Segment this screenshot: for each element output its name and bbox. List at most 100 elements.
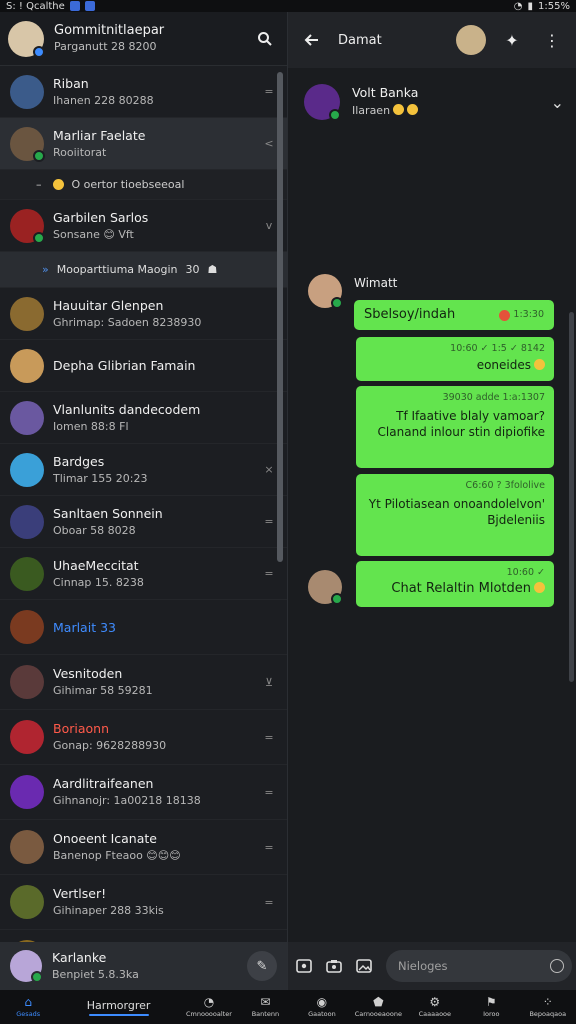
chat-list-item[interactable]: UhaeMeccitat Cinnap 15. 8238 =	[0, 548, 287, 600]
minus-icon: –	[36, 178, 42, 191]
avatar[interactable]	[8, 20, 45, 58]
bell-icon: ✉	[260, 995, 271, 1009]
chat-name: Aardlitraifeanen	[53, 776, 154, 791]
chat-list-item[interactable]: Garbilen Sarlos Sonsane 😊 Vft v	[0, 200, 287, 252]
scrollbar[interactable]	[277, 72, 283, 562]
pin-icon[interactable]: ×	[261, 463, 277, 476]
chat-name: Marlait 33	[53, 619, 116, 635]
chat-list-item[interactable]: EadenbleelioefIling=	[0, 930, 287, 942]
status-left-text: S: ! Qcalthe	[6, 0, 65, 12]
gallery-icon[interactable]	[356, 956, 372, 976]
message-bubble[interactable]: C6:60 ? 3fololive Yt Pilotiasean onoando…	[356, 474, 554, 556]
chat-list: Riban Ihanen 228 80288 = Marliar Faelate Roo…	[0, 66, 287, 942]
chat-list-item[interactable]: Aardlitraifeanen Gihnanojr: 1a00218 18138…	[0, 765, 287, 820]
grid-icon: ⁘	[542, 995, 553, 1009]
nav-item[interactable]: ⌂ Gesads	[0, 990, 56, 1024]
chat-preview: Ghrimap: Sadoen 8238930	[53, 315, 202, 329]
avatar[interactable]	[308, 570, 343, 605]
nav-item[interactable]: ⬟ Carnooeaoone	[350, 990, 406, 1024]
avatar	[10, 720, 44, 754]
chat-list-item[interactable]: Vlanlunits dandecodem Iomen 88:8 Fl	[0, 392, 287, 444]
message-bubble[interactable]: 39030 adde 1:a:1307 Tf Ifaative blaly va…	[356, 386, 554, 468]
chat-name: Riban	[53, 75, 89, 91]
pin-icon[interactable]: =	[261, 567, 277, 580]
nav-item[interactable]: ⚑ Ioroo	[463, 990, 519, 1024]
settings-icon[interactable]: ✦	[498, 26, 526, 54]
wifi-icon: ◔	[513, 0, 523, 12]
flag-icon: ⚑	[485, 995, 497, 1009]
avatar[interactable]	[456, 25, 486, 55]
pin-icon[interactable]: ⊻	[261, 676, 277, 689]
chat-list-item[interactable]: Marliar Faelate Rooiitorat <	[0, 118, 287, 170]
chat-name: Sanltaen Sonnein	[53, 505, 163, 521]
chat-list-item[interactable]: Vesnitoden Gihimar 58 59281 ⊻	[0, 655, 287, 710]
pinned-contact[interactable]: Volt Banka Ilaraen ⌄	[304, 80, 564, 124]
more-options-icon[interactable]: ⋮	[538, 26, 566, 54]
pin-icon[interactable]: =	[261, 85, 277, 98]
nav-label: Harmorgrer	[86, 998, 151, 1012]
current-user-bar[interactable]: Karlanke Benpiet 5.8.3ka ✎	[0, 942, 287, 990]
battery-percent: 1:55%	[538, 0, 570, 12]
nav-item[interactable]: Harmorgrer	[56, 990, 180, 1024]
chat-subthread[interactable]: » Mooparttiuma Maogin 30 ☗	[0, 252, 287, 288]
avatar	[10, 885, 44, 919]
back-arrow-icon[interactable]	[298, 26, 326, 54]
chat-list-item[interactable]: Hauuitar Glenpen Ghrimap: Sadoen 8238930	[0, 288, 287, 340]
nav-item[interactable]: ◔ Cmnooooalter	[181, 990, 237, 1024]
chat-name: Bardges	[53, 453, 105, 469]
emoji-icon[interactable]	[550, 959, 564, 973]
person-icon: ⬟	[373, 995, 384, 1009]
avatar[interactable]	[10, 950, 43, 983]
chat-list-item[interactable]: Vertlser! Gihinaper 288 33kis =	[0, 875, 287, 930]
chevron-left-icon[interactable]: <	[261, 137, 277, 150]
message-input[interactable]	[386, 950, 572, 982]
chat-subthread[interactable]: – O oertor tioebseeoal	[0, 170, 287, 200]
chat-preview: Gonap: 9628288930	[53, 739, 167, 752]
pin-icon[interactable]: =	[261, 896, 277, 909]
pin-icon[interactable]: =	[261, 731, 277, 744]
nav-item[interactable]: ✉ Bantenn	[237, 990, 293, 1024]
pin-icon[interactable]: =	[261, 841, 277, 854]
compose-icon[interactable]: ✎	[247, 951, 277, 981]
chat-preview: Iomen 88:8 Fl	[53, 419, 129, 433]
avatar	[10, 610, 44, 644]
nav-item[interactable]: ◉ Gaatoon	[294, 990, 350, 1024]
message-composer	[288, 942, 576, 990]
status-bar: S: ! Qcalthe ◔ ▮ 1:55%	[0, 0, 576, 12]
camera-icon[interactable]	[326, 956, 342, 976]
avatar	[10, 400, 44, 435]
nav-label: Gesads	[16, 1010, 41, 1018]
search-icon[interactable]	[251, 25, 279, 53]
chat-list-item[interactable]: Riban Ihanen 228 80288 =	[0, 66, 287, 118]
message-bubble[interactable]: 10:60 ✓ Chat Relaltin Mlotden	[356, 561, 554, 607]
chevron-down-icon[interactable]: v	[261, 219, 277, 232]
nav-label: Bepoaqaoa	[529, 1010, 567, 1018]
avatar	[10, 504, 44, 539]
chat-list-item[interactable]: Sanltaen Sonnein Oboar 58 8028 =	[0, 496, 287, 548]
pin-icon[interactable]: =	[261, 786, 277, 799]
nav-label: Cmnooooalter	[185, 1010, 232, 1018]
avatar	[304, 84, 341, 121]
avatar	[10, 830, 44, 864]
avatar	[10, 348, 44, 383]
chat-list-item[interactable]: Depha Glibrian Famain	[0, 340, 287, 392]
scrollbar[interactable]	[569, 312, 574, 682]
avatar	[10, 74, 44, 109]
chevron-down-icon[interactable]: ⌄	[551, 93, 564, 112]
chat-list-item[interactable]: Onoeent Icanate Banenop Fteaoo 😊😊😊 =	[0, 820, 287, 875]
chat-list-item[interactable]: Marlait 33	[0, 600, 287, 655]
nav-item[interactable]: ⁘ Bepoaqaoa	[520, 990, 576, 1024]
chat-preview: Ihanen 228 80288	[53, 93, 154, 107]
message-bubble[interactable]: 10:60 ✓ 1:5 ✓ 8142 eoneides	[356, 337, 554, 381]
nav-item[interactable]: ⚙ Caaaaooe	[407, 990, 463, 1024]
double-chevron-icon: »	[42, 263, 49, 276]
chat-list-item[interactable]: Bardges Tlimar 155 20:23 ×	[0, 444, 287, 496]
message-bubble[interactable]: Sbelsoy/indah 1:3:30	[354, 300, 554, 330]
image-icon[interactable]	[296, 956, 312, 976]
current-user-status: Benpiet 5.8.3ka	[52, 968, 139, 981]
avatar[interactable]	[308, 274, 343, 309]
pin-icon[interactable]: =	[261, 515, 277, 528]
home-icon: ⌂	[24, 995, 33, 1009]
nav-label: Bantenn	[251, 1010, 280, 1018]
chat-list-item[interactable]: Boriaonn Gonap: 9628288930 =	[0, 710, 287, 765]
